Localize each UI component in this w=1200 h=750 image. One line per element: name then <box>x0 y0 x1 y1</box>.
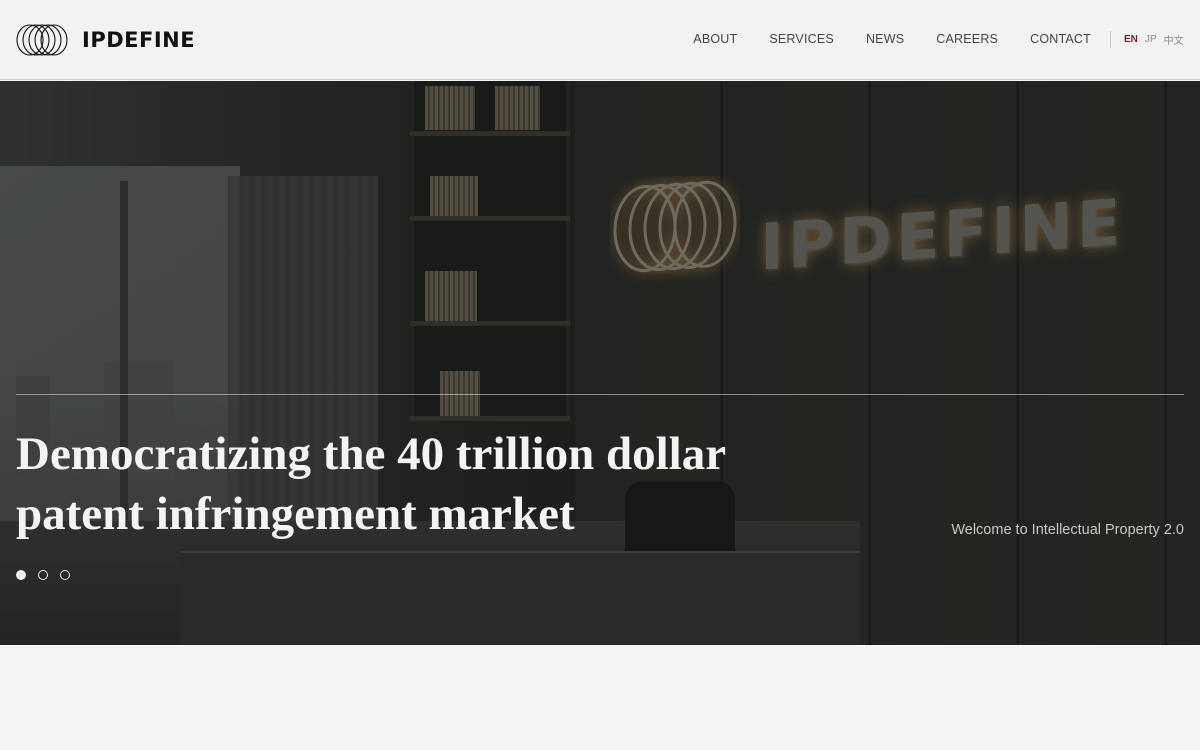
carousel-dots <box>16 570 70 580</box>
lang-zh[interactable]: 中文 <box>1164 32 1184 47</box>
nav-careers[interactable]: CAREERS <box>936 32 998 46</box>
nav-news[interactable]: NEWS <box>866 32 904 46</box>
language-switcher: EN JP 中文 <box>1110 31 1184 48</box>
image-overlay <box>0 81 1200 645</box>
lang-en[interactable]: EN <box>1124 34 1138 45</box>
brand-logo[interactable]: IPDEFINE <box>16 24 195 56</box>
nav-about[interactable]: ABOUT <box>693 32 737 46</box>
hero-headline-line2: patent infringement market <box>16 488 575 540</box>
hero-tagline: Welcome to Intellectual Property 2.0 <box>951 522 1184 538</box>
hero-headline-line1: Democratizing the 40 trillion dollar <box>16 428 727 480</box>
nav-services[interactable]: SERVICES <box>769 32 834 46</box>
nav-contact[interactable]: CONTACT <box>1030 32 1091 46</box>
lang-jp[interactable]: JP <box>1145 34 1157 45</box>
interlocking-rings-logo-icon <box>16 24 68 56</box>
brand-name: IPDEFINE <box>82 28 196 52</box>
hero-banner: IPDEFINE Democratizing the 40 trillion d… <box>0 81 1200 645</box>
carousel-dot-3[interactable] <box>60 570 70 580</box>
site-header: IPDEFINE ABOUT SERVICES NEWS CAREERS CON… <box>0 0 1200 80</box>
main-nav: ABOUT SERVICES NEWS CAREERS CONTACT <box>661 32 1091 46</box>
content-area <box>0 645 1200 750</box>
carousel-dot-1[interactable] <box>16 570 26 580</box>
carousel-dot-2[interactable] <box>38 570 48 580</box>
hero-divider <box>16 394 1184 395</box>
hero-headline: Democratizing the 40 trillion dollar pat… <box>16 424 776 544</box>
